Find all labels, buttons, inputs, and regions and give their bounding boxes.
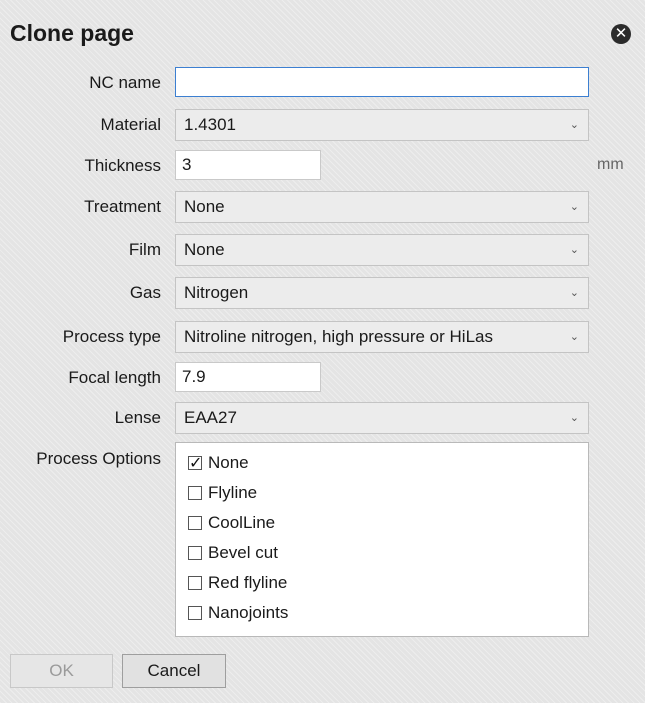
film-label: Film xyxy=(128,240,161,259)
option-label: Nanojoints xyxy=(208,603,289,622)
thickness-row: Thickness 3 mm xyxy=(0,150,645,182)
option-red-flyline[interactable]: Red flyline xyxy=(188,571,287,595)
option-label: CoolLine xyxy=(208,513,276,532)
process-type-label: Process type xyxy=(62,327,161,346)
chevron-down-icon: ⌄ xyxy=(569,331,579,343)
checkbox[interactable] xyxy=(188,606,202,620)
option-bevel-cut[interactable]: Bevel cut xyxy=(188,541,278,565)
focal-length-label: Focal length xyxy=(68,368,161,387)
material-row: Material 1.4301 ⌄ xyxy=(0,109,645,141)
process-options-list: None Flyline CoolLine Bevel cut Red flyl… xyxy=(175,442,589,637)
gas-row: Gas Nitrogen ⌄ xyxy=(0,277,645,309)
checkbox[interactable] xyxy=(188,546,202,560)
focal-length-row: Focal length 7.9 xyxy=(0,362,645,394)
nc-name-label: NC name xyxy=(89,73,161,92)
nc-name-input[interactable] xyxy=(175,67,589,97)
chevron-down-icon: ⌄ xyxy=(569,119,579,131)
treatment-row: Treatment None ⌄ xyxy=(0,191,645,223)
process-type-row: Process type Nitroline nitrogen, high pr… xyxy=(0,321,645,353)
thickness-label: Thickness xyxy=(84,156,161,175)
film-select[interactable]: None ⌄ xyxy=(175,234,589,266)
treatment-value: None xyxy=(184,197,225,216)
process-options-label: Process Options xyxy=(36,449,161,468)
ok-button[interactable]: OK xyxy=(10,654,113,688)
checkbox[interactable] xyxy=(188,576,202,590)
option-nanojoints[interactable]: Nanojoints xyxy=(188,601,288,625)
option-flyline[interactable]: Flyline xyxy=(188,481,257,505)
lense-label: Lense xyxy=(114,408,161,427)
chevron-down-icon: ⌄ xyxy=(569,244,579,256)
gas-select[interactable]: Nitrogen ⌄ xyxy=(175,277,589,309)
thickness-unit: mm xyxy=(597,156,624,173)
material-label: Material xyxy=(100,115,161,134)
gas-value: Nitrogen xyxy=(184,283,249,302)
lense-row: Lense EAA27 ⌄ xyxy=(0,402,645,434)
option-coolline[interactable]: CoolLine xyxy=(188,511,275,535)
thickness-input[interactable]: 3 xyxy=(175,150,321,180)
treatment-label: Treatment xyxy=(84,197,161,216)
treatment-select[interactable]: None ⌄ xyxy=(175,191,589,223)
checkbox[interactable] xyxy=(188,486,202,500)
option-label: Red flyline xyxy=(208,573,288,592)
option-none[interactable]: None xyxy=(188,451,249,476)
chevron-down-icon: ⌄ xyxy=(569,201,579,213)
process-type-value: Nitroline nitrogen, high pressure or HiL… xyxy=(184,327,493,346)
gas-label: Gas xyxy=(129,283,161,302)
chevron-down-icon: ⌄ xyxy=(569,287,579,299)
option-label: None xyxy=(208,453,249,472)
lense-value: EAA27 xyxy=(184,408,237,427)
cancel-button[interactable]: Cancel xyxy=(122,654,226,688)
lense-select[interactable]: EAA27 ⌄ xyxy=(175,402,589,434)
film-row: Film None ⌄ xyxy=(0,234,645,266)
chevron-down-icon: ⌄ xyxy=(569,412,579,424)
checkbox[interactable] xyxy=(188,452,202,476)
option-label: Bevel cut xyxy=(208,543,278,562)
focal-length-input[interactable]: 7.9 xyxy=(175,362,321,392)
dialog-title: Clone page xyxy=(10,20,134,46)
option-label: Flyline xyxy=(208,483,258,502)
material-value: 1.4301 xyxy=(184,115,236,134)
nc-name-row: NC name xyxy=(0,67,645,99)
checkbox[interactable] xyxy=(188,516,202,530)
process-type-select[interactable]: Nitroline nitrogen, high pressure or HiL… xyxy=(175,321,589,353)
material-select[interactable]: 1.4301 ⌄ xyxy=(175,109,589,141)
film-value: None xyxy=(184,240,225,259)
close-icon[interactable]: ✕ xyxy=(611,24,631,44)
